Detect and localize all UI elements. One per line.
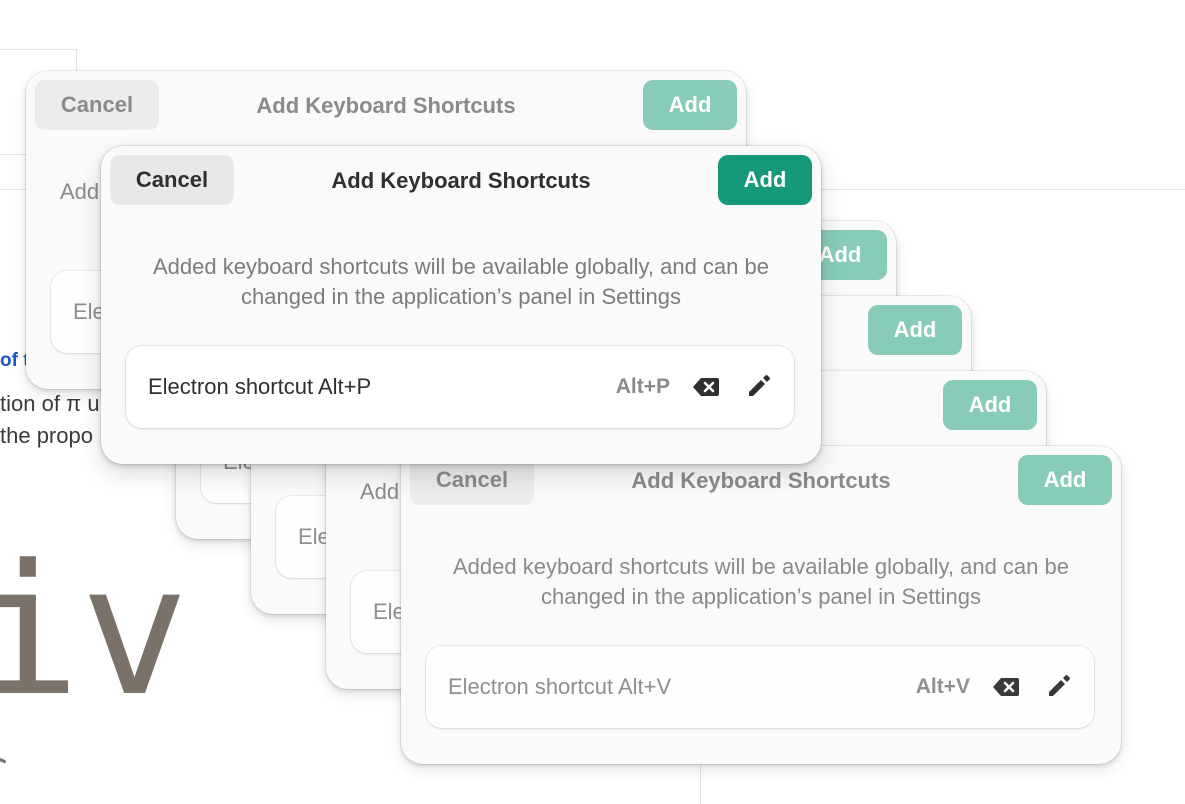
background-glyph [0, 758, 10, 782]
add-button[interactable]: Add [1018, 455, 1112, 505]
shortcut-row: Electron shortcut Alt+V Alt+V [426, 646, 1094, 728]
shortcut-label: Electron shortcut Alt+V [448, 674, 672, 699]
dialog-header: Cancel Add Keyboard Shortcuts Add [26, 71, 746, 141]
shortcut-row: Electron shortcut Alt+P Alt+P [126, 346, 794, 428]
cancel-button[interactable]: Cancel [110, 155, 234, 205]
add-button[interactable]: Add [868, 305, 962, 355]
shortcut-dialog: Cancel Add Keyboard Shortcuts Add Added … [401, 446, 1121, 764]
background-text: the propo [0, 423, 93, 448]
dialog-header: Cancel Add Keyboard Shortcuts Add [101, 146, 821, 216]
add-button[interactable]: Add [718, 155, 812, 205]
add-button[interactable]: Add [943, 380, 1037, 430]
shortcut-accelerator: Alt+V [915, 675, 970, 698]
background-text: tion of π u [0, 391, 100, 416]
shortcut-label: Electron shortcut Alt+P [148, 374, 372, 399]
dialog-description: Added keyboard shortcuts will be availab… [453, 554, 1069, 609]
pencil-icon[interactable] [1046, 673, 1072, 699]
shortcut-accelerator: Alt+P [615, 375, 670, 398]
background-large-text: iv [0, 527, 189, 736]
backspace-icon[interactable] [992, 674, 1020, 700]
pencil-icon[interactable] [746, 373, 772, 399]
cancel-button[interactable]: Cancel [35, 80, 159, 130]
shortcut-dialog-active: Cancel Add Keyboard Shortcuts Add Added … [101, 146, 821, 464]
dialog-description: Added keyboard shortcuts will be availab… [153, 254, 769, 309]
add-button[interactable]: Add [643, 80, 737, 130]
backspace-icon[interactable] [692, 374, 720, 400]
